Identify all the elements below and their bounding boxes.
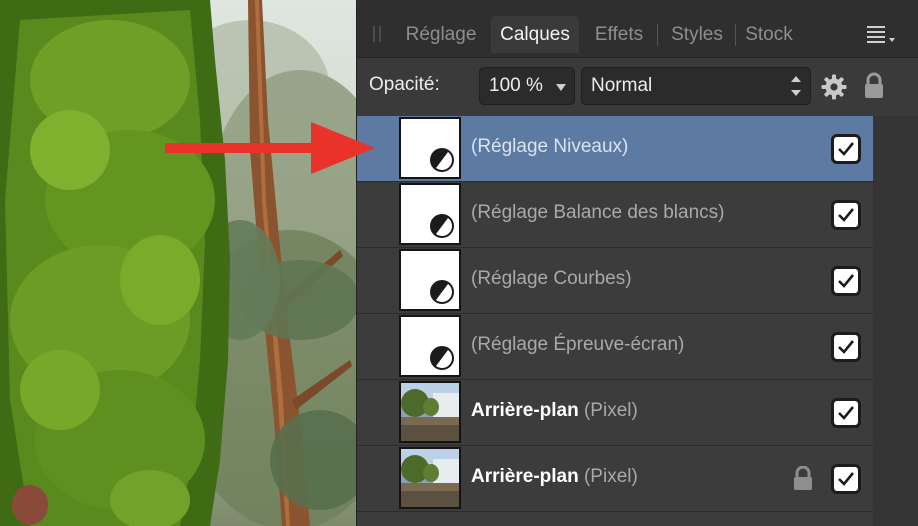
gear-icon[interactable]	[821, 74, 847, 100]
layer-type: (Pixel)	[583, 466, 638, 487]
half-circle-adjustment-icon	[430, 214, 454, 238]
checkmark-icon	[838, 340, 855, 354]
visibility-checkbox[interactable]	[831, 200, 861, 230]
tab-separator	[735, 24, 736, 46]
visibility-checkbox[interactable]	[831, 464, 861, 494]
checkmark-icon	[838, 406, 855, 420]
canvas-photo	[0, 0, 356, 526]
visibility-checkbox[interactable]	[831, 266, 861, 296]
visibility-checkbox[interactable]	[831, 134, 861, 164]
opacity-value: 100 %	[489, 75, 543, 96]
opacity-dropdown[interactable]: 100 %	[479, 67, 575, 105]
tab-effets[interactable]: Effets	[585, 16, 653, 53]
pixel-layer-thumbnail-image	[401, 449, 459, 507]
pixel-layer-thumbnail-image	[401, 383, 459, 441]
checkmark-icon	[838, 274, 855, 288]
layer-name: (Réglage Courbes)	[471, 268, 632, 289]
layer-row-reglage-niveaux[interactable]: (Réglage Niveaux)	[357, 116, 873, 182]
layer-type: (Pixel)	[583, 400, 638, 421]
layer-name: (Réglage Épreuve-écran)	[471, 334, 685, 355]
layer-row-reglage-epreuve-ecran[interactable]: (Réglage Épreuve-écran)	[357, 314, 873, 380]
tab-calques[interactable]: Calques	[491, 16, 579, 53]
layer-thumbnail	[399, 249, 461, 311]
blend-mode-select[interactable]: Normal	[581, 67, 811, 105]
layer-row-arriere-plan[interactable]: Arrière-plan (Pixel)	[357, 380, 873, 446]
lock-icon[interactable]	[863, 72, 885, 100]
layer-thumbnail	[399, 183, 461, 245]
layer-thumbnail	[399, 447, 461, 509]
layers-panel: Réglage Calques Effets Styles Stock Opac…	[356, 0, 918, 526]
scrollbar[interactable]	[873, 116, 918, 526]
layer-list: (Réglage Niveaux) (Réglage Balance des b…	[357, 116, 918, 526]
tree-photo-image	[0, 0, 356, 526]
layer-thumbnail	[399, 117, 461, 179]
layer-thumbnail	[399, 315, 461, 377]
layer-name: (Réglage Niveaux)	[471, 136, 629, 157]
blend-mode-value: Normal	[591, 75, 653, 96]
layer-name: Arrière-plan (Pixel)	[471, 466, 638, 488]
panel-grip-handle[interactable]	[373, 26, 381, 42]
tab-separator	[657, 24, 658, 46]
chevron-down-icon	[556, 84, 566, 91]
checkmark-icon	[838, 472, 855, 486]
checkmark-icon	[838, 142, 855, 156]
layer-name: (Réglage Balance des blancs)	[471, 202, 725, 223]
half-circle-adjustment-icon	[430, 148, 454, 172]
layer-thumbnail	[399, 381, 461, 443]
tab-reglage[interactable]: Réglage	[395, 16, 487, 53]
tab-stock[interactable]: Stock	[739, 16, 799, 53]
half-circle-adjustment-icon	[430, 346, 454, 370]
stepper-arrows-icon	[791, 76, 801, 96]
layer-list-empty-space	[357, 512, 873, 526]
layer-title: Arrière-plan	[471, 400, 579, 421]
visibility-checkbox[interactable]	[831, 332, 861, 362]
layer-row-reglage-balance-des-blancs[interactable]: (Réglage Balance des blancs)	[357, 182, 873, 248]
half-circle-adjustment-icon	[430, 280, 454, 304]
hamburger-icon[interactable]	[867, 26, 895, 46]
layer-row-reglage-courbes[interactable]: (Réglage Courbes)	[357, 248, 873, 314]
layer-name: Arrière-plan (Pixel)	[471, 400, 638, 422]
layer-options-bar: Opacité: 100 % Normal	[357, 58, 918, 116]
layer-title: Arrière-plan	[471, 466, 579, 487]
panel-tab-bar: Réglage Calques Effets Styles Stock	[357, 0, 918, 58]
lock-icon[interactable]	[793, 466, 813, 492]
tab-styles[interactable]: Styles	[661, 16, 733, 53]
checkmark-icon	[838, 208, 855, 222]
visibility-checkbox[interactable]	[831, 398, 861, 428]
opacity-label: Opacité:	[369, 74, 440, 95]
layer-row-arriere-plan-locked[interactable]: Arrière-plan (Pixel)	[357, 446, 873, 512]
red-arrow-icon	[165, 122, 375, 174]
